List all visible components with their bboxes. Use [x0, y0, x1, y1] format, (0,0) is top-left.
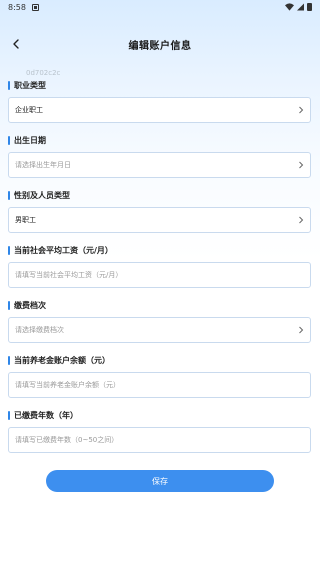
years-paid-input[interactable]: 请填写已缴费年数（0~50之间） [8, 427, 311, 453]
birth-date-select[interactable]: 请选择出生年月日 [8, 152, 311, 178]
label-accent-bar [8, 190, 10, 200]
chevron-right-icon [299, 161, 304, 169]
nav-bar: 编辑账户信息 [0, 30, 320, 58]
birth-date-label-row: 出生日期 [8, 134, 311, 146]
gender-type-label: 性别及人员类型 [14, 190, 70, 200]
occupation-type-value: 企业职工 [15, 106, 43, 114]
watermark-text: 0d702c2c [26, 69, 61, 77]
avg-salary-input[interactable]: 请填写当前社会平均工资（元/月） [8, 262, 311, 288]
label-accent-bar [8, 355, 10, 365]
chevron-left-icon [13, 39, 19, 49]
page-title: 编辑账户信息 [128, 40, 192, 52]
years-paid-label: 已缴费年数（年） [14, 410, 78, 420]
label-accent-bar [8, 410, 10, 420]
contribution-level-label: 缴费档次 [14, 300, 46, 310]
signal-icon [297, 3, 304, 11]
wifi-icon [285, 3, 294, 11]
occupation-type-section: 职业类型 企业职工 [8, 79, 311, 123]
avg-salary-placeholder: 请填写当前社会平均工资（元/月） [15, 271, 123, 279]
pension-balance-section: 当前养老金账户余额（元） 请填写当前养老金账户余额（元） [8, 354, 311, 398]
birth-date-label: 出生日期 [14, 135, 46, 145]
occupation-type-label-row: 职业类型 [8, 79, 311, 91]
gender-type-section: 性别及人员类型 男职工 [8, 189, 311, 233]
chevron-right-icon [299, 216, 304, 224]
status-icons [285, 3, 312, 11]
save-button[interactable]: 保存 [46, 470, 274, 492]
birth-date-section: 出生日期 请选择出生年月日 [8, 134, 311, 178]
pension-balance-input[interactable]: 请填写当前养老金账户余额（元） [8, 372, 311, 398]
pension-balance-label-row: 当前养老金账户余额（元） [8, 354, 311, 366]
avg-salary-section: 当前社会平均工资（元/月） 请填写当前社会平均工资（元/月） [8, 244, 311, 288]
birth-date-placeholder: 请选择出生年月日 [15, 161, 71, 169]
chevron-right-icon [299, 326, 304, 334]
pension-balance-placeholder: 请填写当前养老金账户余额（元） [15, 381, 120, 389]
avg-salary-label: 当前社会平均工资（元/月） [14, 245, 113, 255]
avg-salary-label-row: 当前社会平均工资（元/月） [8, 244, 311, 256]
gender-type-label-row: 性别及人员类型 [8, 189, 311, 201]
battery-icon [307, 3, 312, 11]
label-accent-bar [8, 80, 10, 90]
occupation-type-label: 职业类型 [14, 80, 46, 90]
occupation-type-select[interactable]: 企业职工 [8, 97, 311, 123]
years-paid-section: 已缴费年数（年） 请填写已缴费年数（0~50之间） [8, 409, 311, 453]
contribution-level-placeholder: 请选择缴费档次 [15, 326, 64, 334]
label-accent-bar [8, 245, 10, 255]
back-button[interactable] [6, 32, 26, 56]
years-paid-label-row: 已缴费年数（年） [8, 409, 311, 421]
contribution-level-label-row: 缴费档次 [8, 299, 311, 311]
label-accent-bar [8, 135, 10, 145]
status-time: 8:58 [8, 2, 26, 12]
chevron-right-icon [299, 106, 304, 114]
notification-icon [31, 3, 39, 11]
pension-balance-label: 当前养老金账户余额（元） [14, 355, 110, 365]
gender-type-value: 男职工 [15, 216, 36, 224]
years-paid-placeholder: 请填写已缴费年数（0~50之间） [15, 436, 119, 444]
label-accent-bar [8, 300, 10, 310]
contribution-level-section: 缴费档次 请选择缴费档次 [8, 299, 311, 343]
status-bar: 8:58 [0, 0, 320, 14]
gender-type-select[interactable]: 男职工 [8, 207, 311, 233]
contribution-level-select[interactable]: 请选择缴费档次 [8, 317, 311, 343]
